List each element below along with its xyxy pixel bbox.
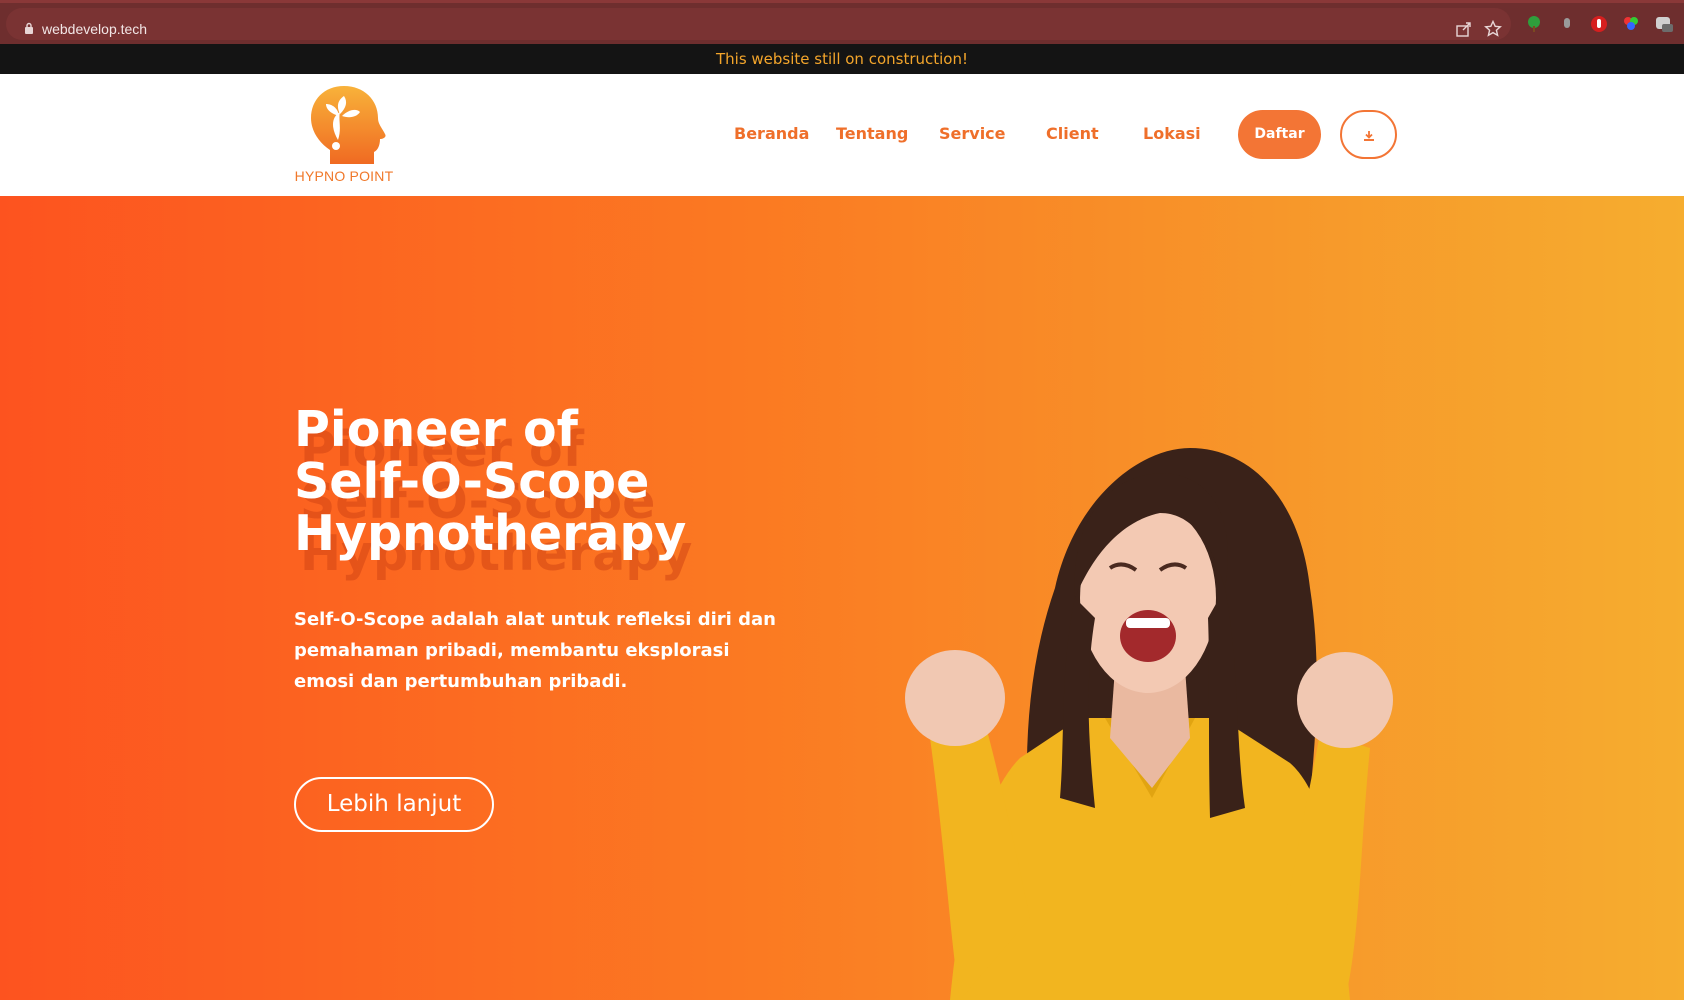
happy-woman-photo <box>905 448 1393 1000</box>
share-icon[interactable] <box>1455 20 1473 38</box>
nav-lokasi[interactable]: Lokasi <box>1143 124 1201 143</box>
nav-beranda[interactable]: Beranda <box>734 124 809 143</box>
extension-color-icon[interactable] <box>1622 15 1640 33</box>
address-bar[interactable]: webdevelop.tech <box>6 8 1511 40</box>
extension-hand-icon[interactable] <box>1590 15 1608 33</box>
hero-title: Pioneer of Self-O-Scope Hypnotherapy Pio… <box>294 404 814 580</box>
hero-description: Self-O-Scope adalah alat untuk refleksi … <box>294 609 776 692</box>
lebih-lanjut-button[interactable]: Lebih lanjut <box>294 777 494 832</box>
nav-service[interactable]: Service <box>939 124 1006 143</box>
hero-title-block: Pioneer of Self-O-Scope Hypnotherapy Pio… <box>294 404 814 580</box>
construction-notice: This website still on construction! <box>0 44 1684 74</box>
star-icon[interactable] <box>1484 20 1502 38</box>
extension-tree-icon[interactable] <box>1525 15 1543 33</box>
daftar-button[interactable]: Daftar <box>1238 110 1321 159</box>
extension-off-icon[interactable] <box>1655 15 1673 33</box>
extension-mic-icon[interactable] <box>1558 15 1576 33</box>
site-header: HYPNO POINT Beranda Tentang Service Clie… <box>0 74 1684 196</box>
site-logo[interactable]: HYPNO POINT <box>294 84 394 188</box>
hero-section: Pioneer of Self-O-Scope Hypnotherapy Pio… <box>0 196 1684 1000</box>
download-icon <box>1364 131 1374 141</box>
nav-client[interactable]: Client <box>1046 124 1099 143</box>
url-text: webdevelop.tech <box>42 21 148 37</box>
download-button[interactable] <box>1340 110 1397 159</box>
logo-text: HYPNO POINT <box>294 168 394 184</box>
head-logo-icon <box>311 86 386 164</box>
lock-icon <box>25 22 33 34</box>
nav-tentang[interactable]: Tentang <box>836 124 908 143</box>
browser-toolbar: webdevelop.tech <box>0 0 1684 44</box>
